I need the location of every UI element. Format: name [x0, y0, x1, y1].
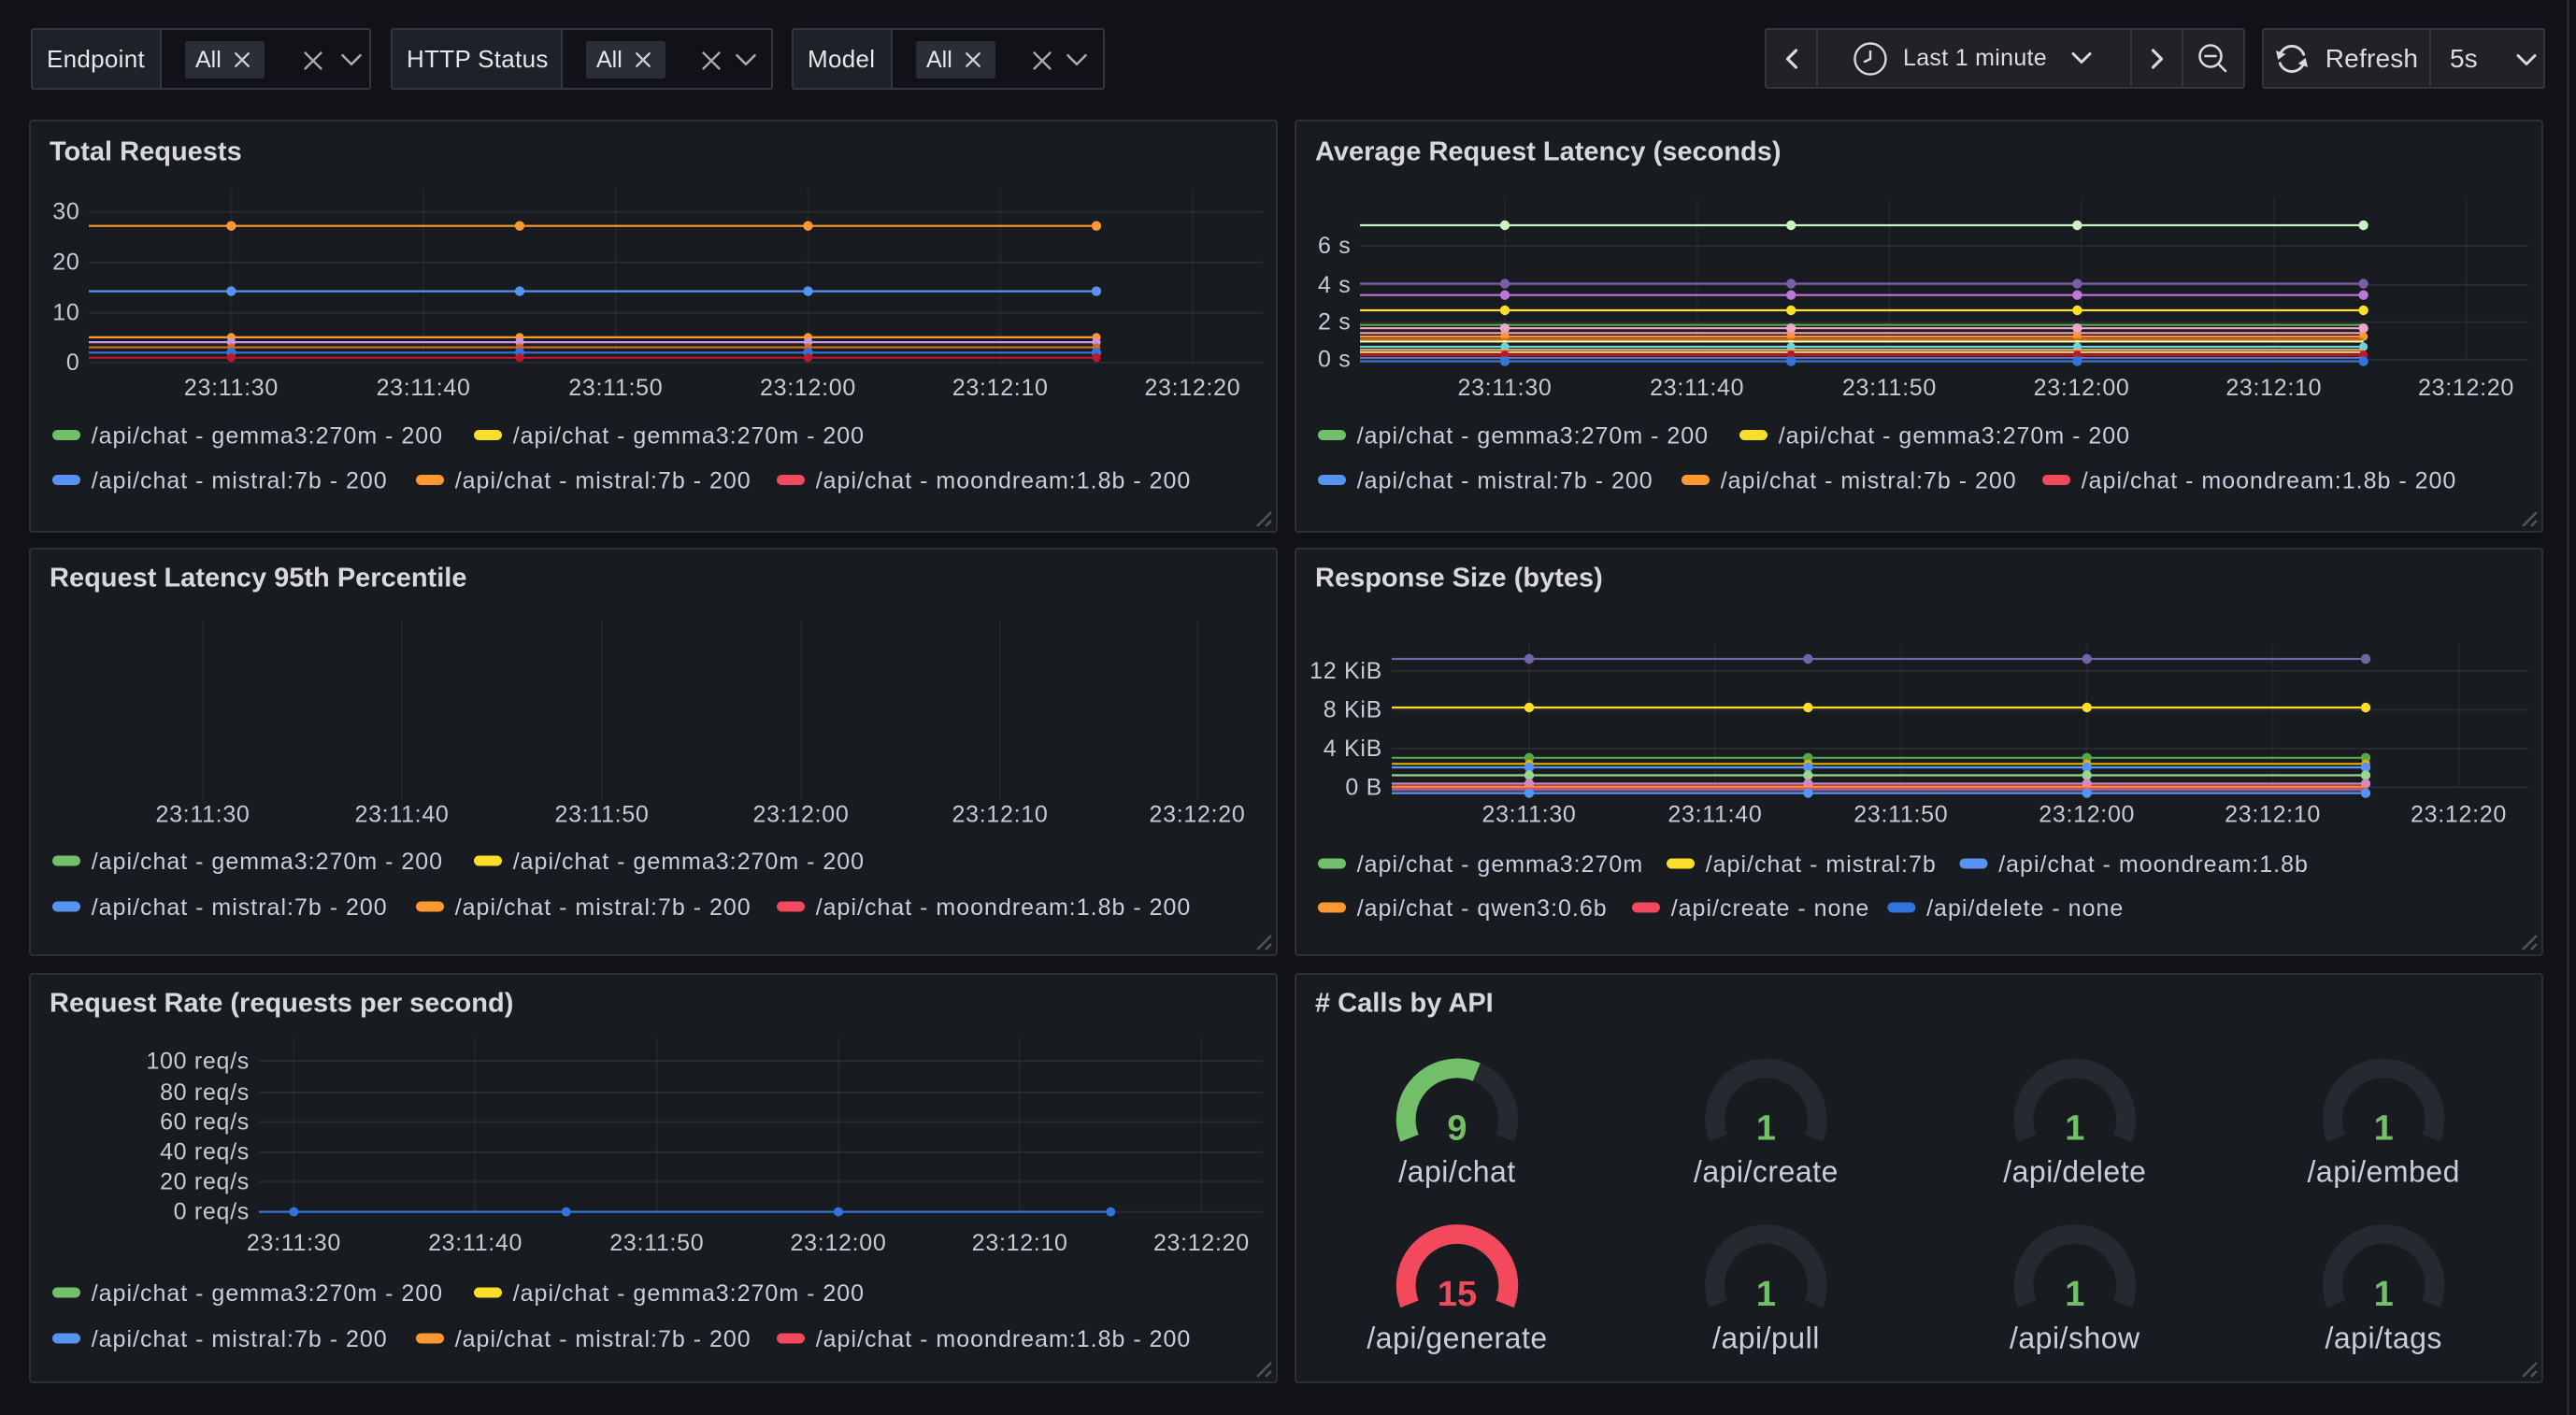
svg-text:/api/chat - mistral:7b - 200: /api/chat - mistral:7b - 200 — [455, 468, 751, 494]
svg-text:/api/chat - gemma3:270m - 200: /api/chat - gemma3:270m - 200 — [513, 423, 865, 450]
svg-text:/api/chat - mistral:7b - 200: /api/chat - mistral:7b - 200 — [455, 1326, 751, 1352]
svg-text:23:11:40: 23:11:40 — [428, 1230, 522, 1256]
svg-text:Total Requests: Total Requests — [50, 137, 242, 167]
svg-text:23:11:40: 23:11:40 — [1667, 802, 1762, 828]
svg-text:/api/create: /api/create — [1694, 1155, 1839, 1189]
svg-text:23:11:50: 23:11:50 — [568, 375, 663, 401]
svg-text:100 req/s: 100 req/s — [146, 1048, 250, 1074]
svg-text:23:11:30: 23:11:30 — [184, 375, 279, 401]
svg-text:23:11:30: 23:11:30 — [1457, 375, 1552, 401]
svg-text:Response Size (bytes): Response Size (bytes) — [1315, 564, 1603, 593]
svg-text:23:12:20: 23:12:20 — [1153, 1230, 1250, 1256]
svg-text:10: 10 — [52, 300, 79, 326]
svg-text:23:12:10: 23:12:10 — [2225, 802, 2321, 828]
svg-text:Request Rate (requests per sec: Request Rate (requests per second) — [50, 989, 513, 1019]
svg-text:/api/chat - mistral:7b - 200: /api/chat - mistral:7b - 200 — [92, 1326, 388, 1352]
svg-text:23:12:00: 23:12:00 — [753, 802, 850, 828]
svg-text:40 req/s: 40 req/s — [160, 1139, 250, 1165]
svg-text:1: 1 — [2374, 1275, 2394, 1314]
svg-text:/api/chat - moondream:1.8b - 2: /api/chat - moondream:1.8b - 200 — [2082, 468, 2457, 494]
svg-text:/api/chat - gemma3:270m - 200: /api/chat - gemma3:270m - 200 — [1779, 423, 2130, 450]
svg-text:/api/chat - mistral:7b - 200: /api/chat - mistral:7b - 200 — [1721, 468, 2017, 494]
svg-text:/api/chat - mistral:7b - 200: /api/chat - mistral:7b - 200 — [1357, 468, 1653, 494]
svg-text:/api/create - none: /api/create - none — [1671, 895, 1870, 922]
svg-text:23:12:20: 23:12:20 — [2418, 375, 2514, 401]
svg-text:23:11:40: 23:11:40 — [354, 802, 449, 828]
svg-text:/api/chat - mistral:7b - 200: /api/chat - mistral:7b - 200 — [92, 894, 388, 921]
svg-text:15: 15 — [1438, 1275, 1477, 1314]
svg-text:8 KiB: 8 KiB — [1324, 697, 1382, 723]
svg-text:23:12:00: 23:12:00 — [2034, 375, 2130, 401]
svg-text:/api/pull: /api/pull — [1712, 1322, 1820, 1355]
svg-text:/api/chat - gemma3:270m - 200: /api/chat - gemma3:270m - 200 — [513, 849, 865, 875]
svg-text:/api/chat: /api/chat — [1398, 1155, 1515, 1189]
svg-text:/api/delete - none: /api/delete - none — [1926, 895, 2124, 922]
svg-text:23:11:50: 23:11:50 — [1842, 375, 1937, 401]
svg-text:1: 1 — [1756, 1108, 1776, 1148]
svg-text:23:11:30: 23:11:30 — [155, 802, 250, 828]
svg-text:1: 1 — [2374, 1108, 2394, 1148]
svg-text:0 s: 0 s — [1318, 347, 1351, 373]
svg-text:23:12:10: 23:12:10 — [972, 1230, 1068, 1256]
svg-text:23:12:10: 23:12:10 — [2225, 375, 2322, 401]
svg-text:30: 30 — [52, 199, 79, 225]
svg-text:/api/chat - moondream:1.8b: /api/chat - moondream:1.8b — [1998, 851, 2309, 878]
svg-text:/api/embed: /api/embed — [2308, 1155, 2460, 1189]
svg-text:80 req/s: 80 req/s — [160, 1079, 250, 1106]
svg-text:/api/chat - moondream:1.8b - 2: /api/chat - moondream:1.8b - 200 — [816, 894, 1192, 921]
svg-text:/api/delete: /api/delete — [2003, 1155, 2146, 1189]
svg-text:23:11:50: 23:11:50 — [554, 802, 649, 828]
svg-text:/api/tags: /api/tags — [2325, 1322, 2441, 1355]
svg-text:23:12:10: 23:12:10 — [952, 802, 1049, 828]
svg-text:# Calls by API: # Calls by API — [1315, 989, 1494, 1019]
svg-text:23:11:30: 23:11:30 — [247, 1230, 341, 1256]
svg-text:23:12:00: 23:12:00 — [791, 1230, 887, 1256]
svg-text:23:11:40: 23:11:40 — [1650, 375, 1744, 401]
svg-text:/api/chat - mistral:7b: /api/chat - mistral:7b — [1706, 851, 1937, 878]
svg-text:/api/chat - gemma3:270m - 200: /api/chat - gemma3:270m - 200 — [513, 1280, 865, 1307]
svg-text:23:12:20: 23:12:20 — [1150, 802, 1246, 828]
svg-text:23:12:20: 23:12:20 — [2411, 802, 2507, 828]
svg-text:23:11:40: 23:11:40 — [377, 375, 471, 401]
svg-text:/api/chat - qwen3:0.6b: /api/chat - qwen3:0.6b — [1357, 895, 1608, 922]
svg-text:/api/show: /api/show — [2010, 1322, 2140, 1355]
svg-text:/api/chat - mistral:7b - 200: /api/chat - mistral:7b - 200 — [92, 468, 388, 494]
svg-text:60 req/s: 60 req/s — [160, 1109, 250, 1136]
svg-text:1: 1 — [2065, 1108, 2084, 1148]
svg-text:23:12:10: 23:12:10 — [952, 375, 1049, 401]
svg-text:0 req/s: 0 req/s — [174, 1199, 250, 1225]
svg-text:/api/chat - gemma3:270m: /api/chat - gemma3:270m — [1357, 851, 1643, 878]
svg-text:/api/chat - gemma3:270m - 200: /api/chat - gemma3:270m - 200 — [1357, 423, 1709, 450]
svg-text:9: 9 — [1447, 1108, 1467, 1148]
svg-text:/api/chat - moondream:1.8b - 2: /api/chat - moondream:1.8b - 200 — [816, 468, 1192, 494]
svg-text:1: 1 — [1756, 1275, 1776, 1314]
svg-text:Average Request Latency (secon: Average Request Latency (seconds) — [1315, 137, 1782, 167]
svg-text:Request Latency 95th Percentil: Request Latency 95th Percentile — [50, 564, 466, 593]
svg-text:6 s: 6 s — [1318, 233, 1351, 259]
svg-text:/api/chat - gemma3:270m - 200: /api/chat - gemma3:270m - 200 — [92, 849, 443, 875]
svg-text:23:11:50: 23:11:50 — [1853, 802, 1948, 828]
svg-text:1: 1 — [2065, 1275, 2084, 1314]
svg-text:23:12:00: 23:12:00 — [2039, 802, 2135, 828]
svg-text:0: 0 — [66, 350, 80, 376]
svg-text:23:11:50: 23:11:50 — [609, 1230, 704, 1256]
svg-text:/api/generate: /api/generate — [1367, 1322, 1547, 1355]
svg-text:/api/chat - gemma3:270m - 200: /api/chat - gemma3:270m - 200 — [92, 423, 443, 450]
svg-text:23:12:00: 23:12:00 — [760, 375, 856, 401]
svg-text:2 s: 2 s — [1318, 309, 1351, 336]
svg-text:4 KiB: 4 KiB — [1324, 736, 1382, 762]
svg-text:23:11:30: 23:11:30 — [1481, 802, 1576, 828]
svg-text:20 req/s: 20 req/s — [160, 1168, 250, 1194]
svg-text:12 KiB: 12 KiB — [1309, 658, 1382, 684]
svg-text:/api/chat - gemma3:270m - 200: /api/chat - gemma3:270m - 200 — [92, 1280, 443, 1307]
svg-text:20: 20 — [52, 250, 79, 276]
svg-text:0 B: 0 B — [1345, 775, 1382, 801]
svg-text:/api/chat - mistral:7b - 200: /api/chat - mistral:7b - 200 — [455, 894, 751, 921]
svg-text:23:12:20: 23:12:20 — [1144, 375, 1240, 401]
svg-text:/api/chat - moondream:1.8b - 2: /api/chat - moondream:1.8b - 200 — [816, 1326, 1192, 1352]
svg-text:4 s: 4 s — [1318, 272, 1351, 298]
